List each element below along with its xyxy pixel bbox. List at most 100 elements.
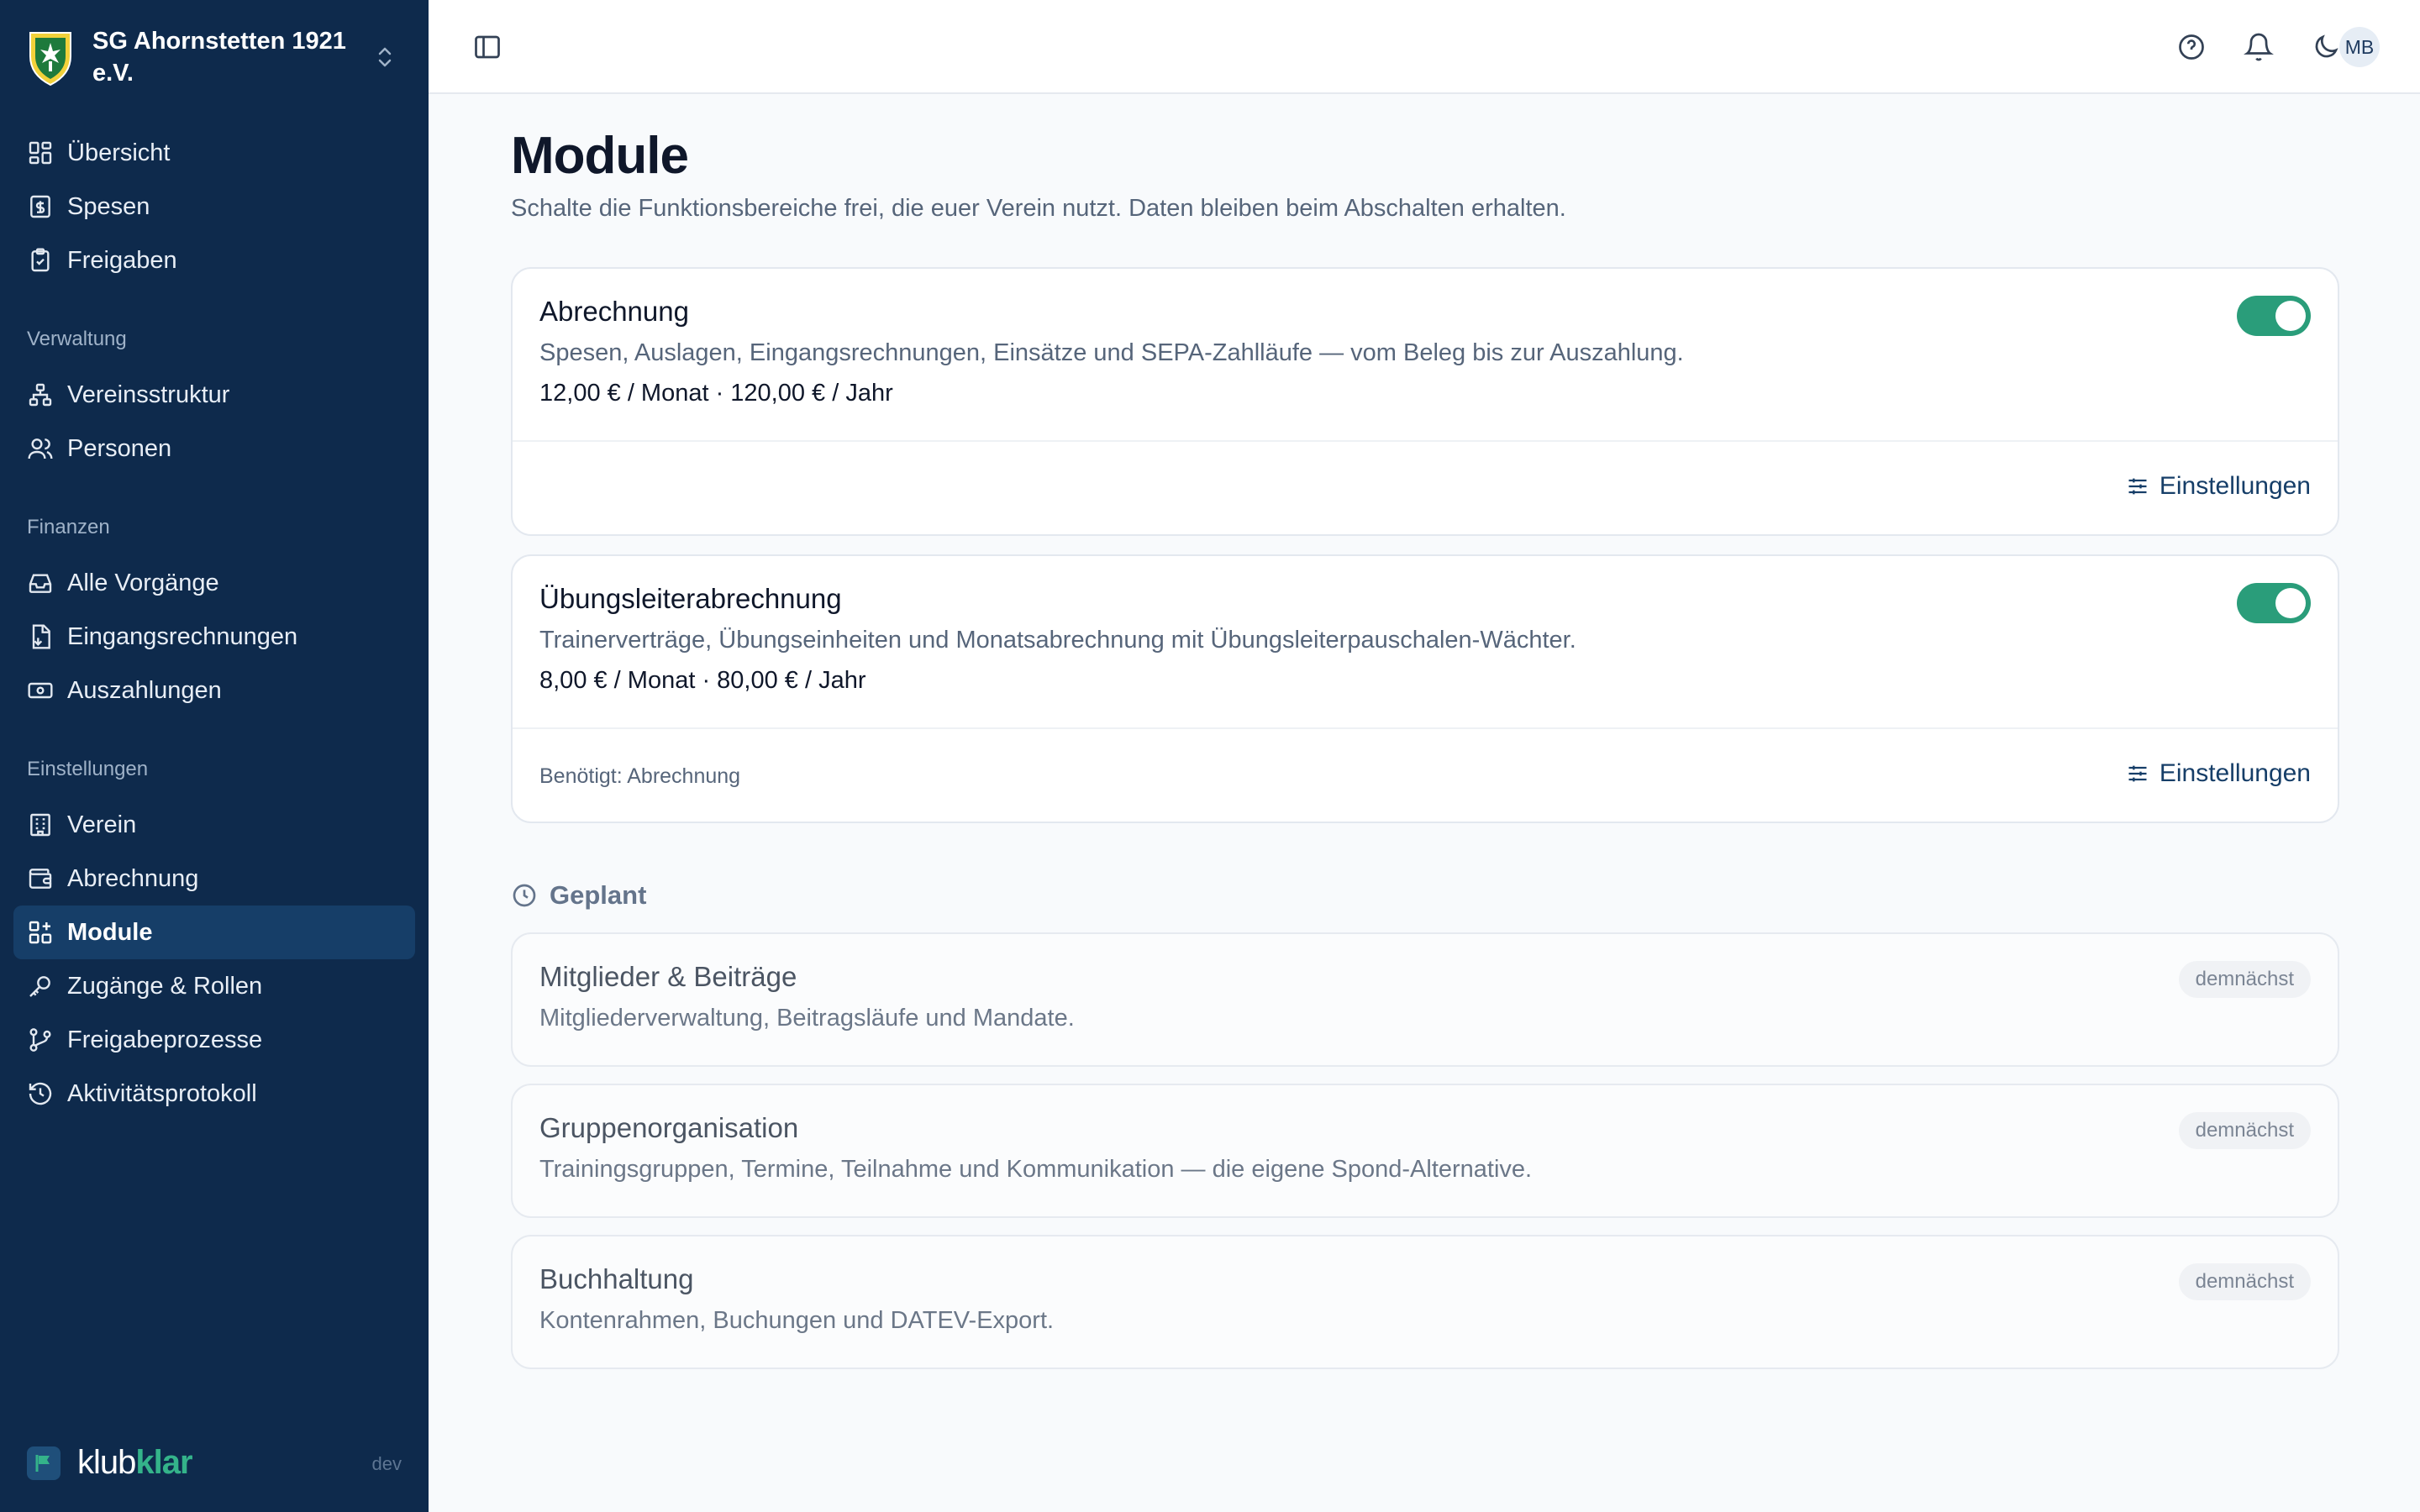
nav-label: Freigaben (67, 246, 177, 274)
wallet-icon (29, 869, 52, 889)
planned-card-gruppenorganisation: Gruppenorganisation Trainingsgruppen, Te… (511, 1084, 2339, 1218)
workflow-icon (29, 1028, 51, 1052)
club-name: SG Ahornstetten 1921 e.V. (92, 28, 346, 87)
module-card-abrechnung: Abrechnung Spesen, Auslagen, Eingangsrec… (511, 267, 2339, 536)
user-avatar[interactable]: MB (2339, 27, 2380, 67)
inbox-icon (29, 574, 52, 593)
nav-group-title: Verwaltung (27, 328, 127, 350)
club-switcher[interactable]: SG Ahornstetten 1921 e.V. (27, 24, 413, 91)
nav-item-zugaenge-rollen[interactable]: Zugänge & Rollen (13, 959, 415, 1013)
module-toggle[interactable] (2237, 583, 2311, 623)
coming-soon-badge: demnächst (2178, 1263, 2311, 1300)
module-title: Übungsleiterabrechnung (539, 583, 842, 614)
nav-item-alle-vorgaenge[interactable]: Alle Vorgänge (13, 556, 415, 610)
planned-heading-label: Geplant (550, 880, 647, 910)
settings-button[interactable]: Einstellungen (2126, 759, 2311, 788)
nav-item-module[interactable]: Module (13, 906, 415, 959)
planned-description: Kontenrahmen, Buchungen und DATEV-Export… (539, 1307, 1055, 1334)
nav-item-eingangsrechnungen[interactable]: Eingangsrechnungen (13, 610, 415, 664)
settings-label: Einstellungen (2159, 759, 2311, 787)
module-footer: Einstellungen (513, 440, 2338, 534)
nav-label: Zugänge & Rollen (67, 972, 263, 1000)
module-title: Abrechnung (539, 296, 689, 327)
receipt-icon (30, 195, 50, 218)
nav-label: Abrechnung (67, 864, 199, 892)
sidebar-toggle-button[interactable] (471, 30, 504, 64)
planned-title: Gruppenorganisation (539, 1112, 799, 1143)
planned-description: Trainingsgruppen, Termine, Teilnahme und… (539, 1156, 1533, 1183)
nav-group-title: Finanzen (27, 516, 110, 538)
brand-logo: klub klar (27, 1444, 193, 1482)
nav-item-spesen[interactable]: Spesen (13, 180, 415, 234)
sliders-icon (2128, 478, 2147, 495)
planned-card-buchhaltung: Buchhaltung Kontenrahmen, Buchungen und … (511, 1235, 2339, 1369)
help-icon (2179, 34, 2204, 60)
nav-label: Übersicht (67, 139, 171, 166)
coming-soon-badge: demnächst (2178, 1112, 2311, 1149)
module-description: Trainerverträge, Übungseinheiten und Mon… (539, 627, 1576, 654)
nav-label: Aktivitätsprotokoll (67, 1079, 257, 1107)
notifications-button[interactable] (2242, 30, 2275, 64)
nav-label: Alle Vorgänge (67, 569, 219, 596)
flag-icon (27, 1446, 60, 1480)
settings-label: Einstellungen (2159, 472, 2311, 500)
nav-item-personen[interactable]: Personen (13, 422, 415, 475)
nav-item-abrechnung[interactable]: Abrechnung (13, 852, 415, 906)
topbar: MB (429, 0, 2420, 94)
brand-name-part1: klub (77, 1444, 136, 1481)
hierarchy-icon (29, 383, 52, 407)
modules-icon (29, 921, 52, 944)
history-icon (29, 1082, 52, 1105)
nav-label: Verein (67, 811, 137, 838)
page-title: Module (511, 127, 689, 185)
nav-item-freigabeprozesse[interactable]: Freigabeprozesse (13, 1013, 415, 1067)
nav-label: Personen (67, 434, 172, 462)
page-subtitle: Schalte die Funktionsbereiche frei, die … (511, 195, 1566, 222)
nav-item-freigaben[interactable]: Freigaben (13, 234, 415, 287)
nav-item-vereinsstruktur[interactable]: Vereinsstruktur (13, 368, 415, 422)
invoice-icon (32, 624, 50, 649)
nav-label: Module (67, 918, 153, 946)
nav-label: Freigabeprozesse (67, 1026, 263, 1053)
banknote-icon (28, 682, 53, 699)
nav-label: Auszahlungen (67, 676, 222, 704)
building-icon (30, 813, 50, 837)
environment-label: dev (371, 1453, 402, 1474)
nav-item-verein[interactable]: Verein (13, 798, 415, 852)
toggle-knob (2275, 301, 2306, 331)
dashboard-icon (29, 141, 52, 165)
module-price: 12,00 € / Monat · 120,00 € / Jahr (539, 380, 893, 407)
chevron-up-down-icon[interactable] (373, 42, 397, 72)
module-description: Spesen, Auslagen, Eingangsrechnungen, Ei… (539, 339, 1684, 366)
sidebar: SG Ahornstetten 1921 e.V. Übersicht Spes… (0, 0, 429, 1512)
nav-group-title: Einstellungen (27, 758, 149, 780)
module-card-uebungsleiterabrechnung: Übungsleiterabrechnung Trainerverträge, … (511, 554, 2339, 823)
nav-item-auszahlungen[interactable]: Auszahlungen (13, 664, 415, 717)
brand-name-part2: klar (135, 1444, 192, 1481)
help-button[interactable] (2175, 30, 2208, 64)
users-icon (28, 438, 53, 459)
moon-icon (2315, 34, 2338, 58)
module-toggle[interactable] (2237, 296, 2311, 336)
nav-label: Eingangsrechnungen (67, 622, 298, 650)
coming-soon-badge: demnächst (2178, 961, 2311, 998)
toggle-knob (2275, 588, 2306, 618)
nav-item-uebersicht[interactable]: Übersicht (13, 126, 415, 180)
settings-button[interactable]: Einstellungen (2126, 472, 2311, 501)
nav-label: Vereinsstruktur (67, 381, 230, 408)
planned-card-mitglieder: Mitglieder & Beiträge Mitgliederverwaltu… (511, 932, 2339, 1067)
module-footer: Benötigt: Abrechnung Einstellungen (513, 727, 2338, 822)
planned-heading: Geplant (511, 880, 646, 911)
planned-title: Buchhaltung (539, 1263, 694, 1294)
clipboard-check-icon (31, 248, 50, 272)
planned-title: Mitglieder & Beiträge (539, 961, 797, 992)
bell-icon (2244, 33, 2274, 61)
clock-icon (513, 884, 536, 907)
nav-item-aktivitaetsprotokoll[interactable]: Aktivitätsprotokoll (13, 1067, 415, 1121)
sidebar-toggle-icon (475, 35, 500, 59)
theme-toggle-button[interactable] (2309, 30, 2343, 64)
club-crest-icon (29, 32, 71, 87)
key-icon (29, 976, 50, 997)
nav-label: Spesen (67, 192, 150, 220)
sliders-icon (2128, 765, 2147, 782)
